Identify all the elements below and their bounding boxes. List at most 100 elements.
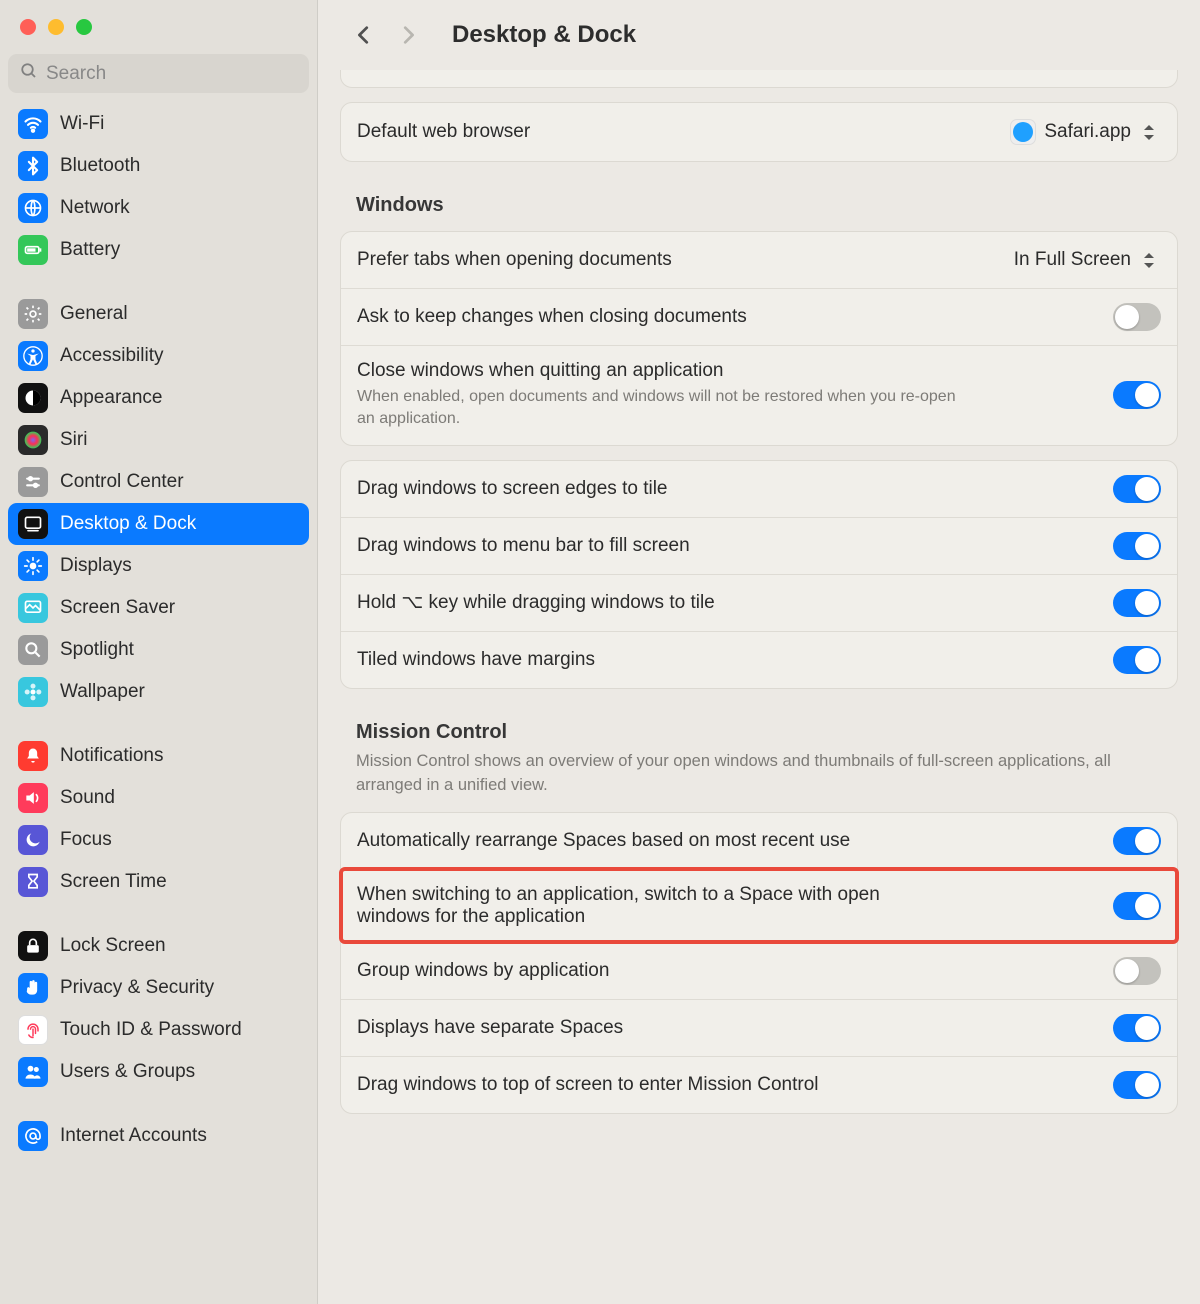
sidebar-item-general[interactable]: General [8,293,309,335]
sidebar-item-label: Screen Time [60,871,167,893]
sidebar-item-battery[interactable]: Battery [8,229,309,271]
drag-top-toggle[interactable] [1113,1071,1161,1099]
drag-edges-toggle[interactable] [1113,475,1161,503]
globe-icon [18,193,48,223]
sidebar-item-network[interactable]: Network [8,187,309,229]
moon-icon [18,825,48,855]
separate-displays-toggle[interactable] [1113,1014,1161,1042]
sidebar-item-notifications[interactable]: Notifications [8,735,309,777]
sidebar-item-label: Users & Groups [60,1061,195,1083]
sidebar-item-desktop-dock[interactable]: Desktop & Dock [8,503,309,545]
battery-icon [18,235,48,265]
lock-icon [18,931,48,961]
screensaver-icon [18,593,48,623]
switch-space-toggle[interactable] [1113,892,1161,920]
sidebar-item-label: Focus [60,829,112,851]
hold-opt-toggle[interactable] [1113,589,1161,617]
speaker-icon [18,783,48,813]
sidebar-item-privacy-security[interactable]: Privacy & Security [8,967,309,1009]
drag-edges-label: Drag windows to screen edges to tile [357,478,668,500]
auto-arrange-label: Automatically rearrange Spaces based on … [357,830,850,852]
back-button[interactable] [346,17,382,53]
sidebar-item-label: Spotlight [60,639,134,661]
margins-row: Tiled windows have margins [341,631,1177,688]
group-by-app-row: Group windows by application [341,942,1177,999]
sidebar-item-label: Lock Screen [60,935,166,957]
default-browser-card: Default web browser Safari.app [340,102,1178,162]
sidebar-item-label: Internet Accounts [60,1125,207,1147]
auto-arrange-toggle[interactable] [1113,827,1161,855]
default-browser-label: Default web browser [357,121,530,143]
prefer-tabs-value: In Full Screen [1014,249,1131,271]
separate-displays-label: Displays have separate Spaces [357,1017,623,1039]
sidebar-item-siri[interactable]: Siri [8,419,309,461]
ask-keep-row: Ask to keep changes when closing documen… [341,288,1177,345]
hold-opt-label: Hold ⌥ key while dragging windows to til… [357,591,715,614]
drag-top-row: Drag windows to top of screen to enter M… [341,1056,1177,1113]
sidebar-item-control-center[interactable]: Control Center [8,461,309,503]
prefer-tabs-popup[interactable]: In Full Screen [1006,247,1161,273]
prefer-tabs-row: Prefer tabs when opening documents In Fu… [341,232,1177,288]
sun-icon [18,551,48,581]
hand-icon [18,973,48,1003]
siri-icon [18,425,48,455]
sidebar-item-focus[interactable]: Focus [8,819,309,861]
sidebar-item-label: Battery [60,239,120,261]
close-window-button[interactable] [20,19,36,35]
sidebar-item-internet-accounts[interactable]: Internet Accounts [8,1115,309,1157]
sidebar-item-label: Sound [60,787,115,809]
drag-menu-toggle[interactable] [1113,532,1161,560]
sidebar-item-screen-time[interactable]: Screen Time [8,861,309,903]
switch-space-label: When switching to an application, switch… [357,884,947,928]
ask-keep-toggle[interactable] [1113,303,1161,331]
forward-button[interactable] [390,17,426,53]
sidebar-item-appearance[interactable]: Appearance [8,377,309,419]
drag-menu-label: Drag windows to menu bar to fill screen [357,535,690,557]
group-by-app-label: Group windows by application [357,960,609,982]
chevron-up-down-icon [1139,249,1159,271]
bluetooth-icon [18,151,48,181]
drag-menu-row: Drag windows to menu bar to fill screen [341,517,1177,574]
flower-icon [18,677,48,707]
mission-control-desc: Mission Control shows an overview of you… [356,750,1162,798]
gear-icon [18,299,48,329]
margins-toggle[interactable] [1113,646,1161,674]
default-browser-popup[interactable]: Safari.app [1002,117,1161,147]
appearance-icon [18,383,48,413]
group-by-app-toggle[interactable] [1113,957,1161,985]
search-icon [18,635,48,665]
zoom-window-button[interactable] [76,19,92,35]
sidebar-item-label: Accessibility [60,345,163,367]
main-pane: Desktop & Dock Default web browser Safar… [318,0,1200,1304]
drag-edges-row: Drag windows to screen edges to tile [341,461,1177,517]
sidebar-item-wallpaper[interactable]: Wallpaper [8,671,309,713]
sidebar-item-bluetooth[interactable]: Bluetooth [8,145,309,187]
search-input[interactable] [46,63,297,85]
minimize-window-button[interactable] [48,19,64,35]
header: Desktop & Dock [318,0,1200,70]
sidebar-item-users-groups[interactable]: Users & Groups [8,1051,309,1093]
search-field[interactable] [8,54,309,93]
ask-keep-label: Ask to keep changes when closing documen… [357,306,747,328]
sidebar-item-screen-saver[interactable]: Screen Saver [8,587,309,629]
sidebar-nav: Wi-FiBluetoothNetwork Battery General Acces… [0,103,317,1304]
sidebar-item-sound[interactable]: Sound [8,777,309,819]
close-quit-toggle[interactable] [1113,381,1161,409]
sidebar-item-displays[interactable]: Displays [8,545,309,587]
sidebar-item-label: Desktop & Dock [60,513,196,535]
sidebar-item-label: Notifications [60,745,164,767]
sidebar-item-accessibility[interactable]: Accessibility [8,335,309,377]
default-browser-value: Safari.app [1044,121,1131,143]
sidebar-item-label: Displays [60,555,132,577]
sliders-icon [18,467,48,497]
sidebar-item-touch-id-password[interactable]: Touch ID & Password [8,1009,309,1051]
content[interactable]: Default web browser Safari.app Windows [318,70,1200,1304]
prefer-tabs-label: Prefer tabs when opening documents [357,249,672,271]
previous-section-tail [340,70,1178,88]
sidebar-item-label: General [60,303,128,325]
default-browser-row: Default web browser Safari.app [341,103,1177,161]
sidebar-item-lock-screen[interactable]: Lock Screen [8,925,309,967]
accessibility-icon [18,341,48,371]
sidebar-item-spotlight[interactable]: Spotlight [8,629,309,671]
sidebar-item-wi-fi[interactable]: Wi-Fi [8,103,309,145]
